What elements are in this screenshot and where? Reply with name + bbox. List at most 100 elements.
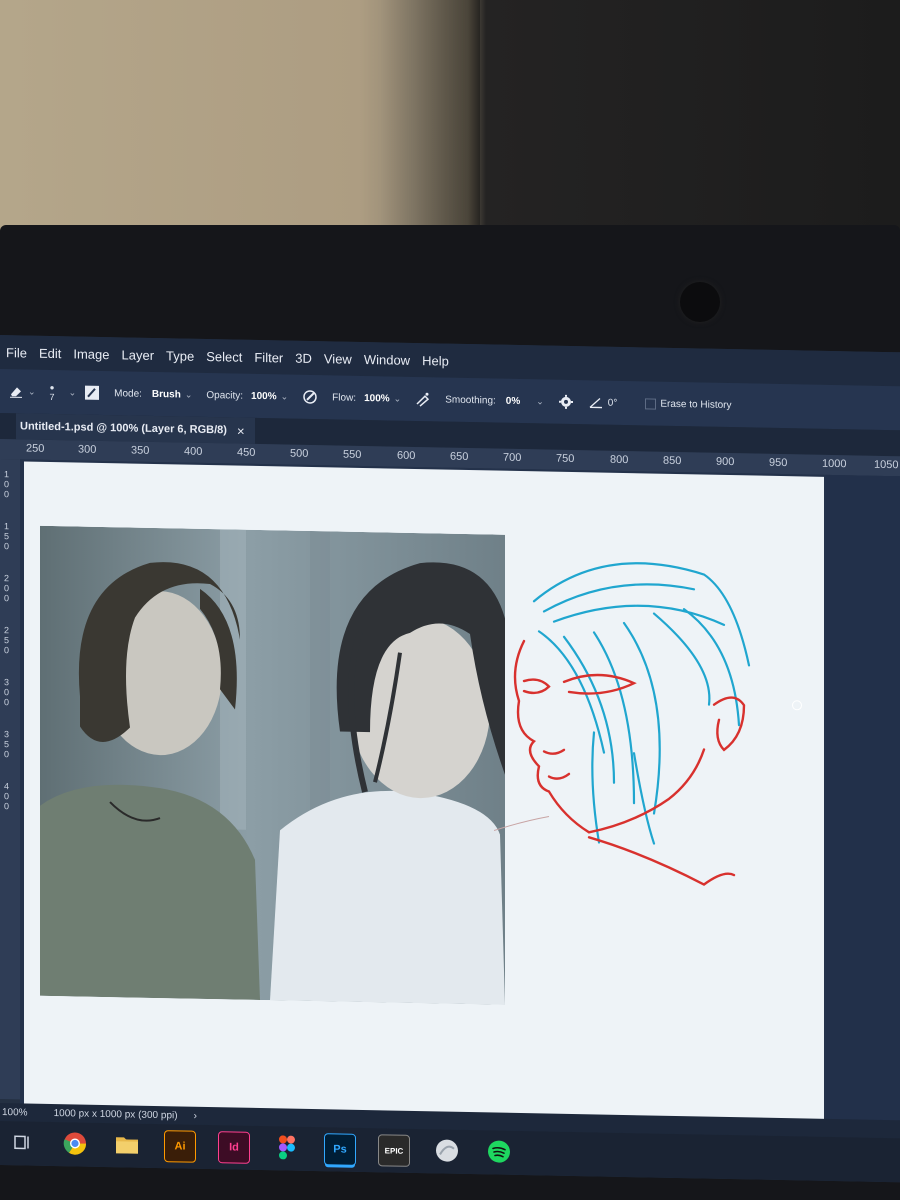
eraser-icon xyxy=(8,383,24,399)
epic-games-button[interactable]: EPIC xyxy=(378,1134,410,1167)
spotify-button[interactable] xyxy=(484,1137,514,1168)
mode-label: Mode: xyxy=(114,387,142,400)
flow-control[interactable]: Flow: 100% ⌄ xyxy=(332,392,401,404)
brush-angle-control[interactable]: 0° xyxy=(588,394,618,411)
document-size: 1000 px x 1000 px (300 ppi) xyxy=(53,1107,178,1121)
opacity-value: 100% xyxy=(251,390,277,402)
panel-dock xyxy=(826,474,900,1121)
wall-shadow xyxy=(380,0,480,240)
ruler-tick-label: 400 xyxy=(184,445,203,458)
ruler-tick-label: 300 xyxy=(4,677,10,708)
brush-size-value: 7 xyxy=(49,391,55,402)
spotify-icon xyxy=(487,1139,511,1166)
menu-filter[interactable]: Filter xyxy=(254,349,283,365)
photoshop-button[interactable]: Ps xyxy=(324,1133,356,1166)
menu-3d[interactable]: 3D xyxy=(295,350,312,365)
zoom-level[interactable]: 100% xyxy=(2,1107,28,1118)
ruler-tick-label: 250 xyxy=(4,625,10,656)
app-circle-icon xyxy=(435,1138,459,1165)
ruler-tick-label: 1050 xyxy=(874,458,899,472)
brush-dot-icon: ● xyxy=(49,382,55,392)
ruler-tick-label: 450 xyxy=(237,446,256,459)
tool-preset-picker[interactable]: ⌄ xyxy=(8,383,36,400)
ruler-tick-label: 700 xyxy=(503,451,522,465)
ruler-tick-label: 200 xyxy=(4,573,10,604)
smoothing-control[interactable]: Smoothing: 0% ⌄ xyxy=(445,394,544,407)
menu-window[interactable]: Window xyxy=(364,351,410,367)
chevron-down-icon: ⌄ xyxy=(280,390,289,402)
ruler-tick-label: 950 xyxy=(769,456,788,470)
ruler-tick-label: 900 xyxy=(716,455,735,469)
webcam xyxy=(680,282,720,322)
brush-cursor xyxy=(792,700,802,711)
erase-to-history-checkbox[interactable]: Erase to History xyxy=(645,397,732,411)
menu-image[interactable]: Image xyxy=(73,346,109,362)
ruler-tick-label: 1000 xyxy=(822,457,847,471)
opacity-label: Opacity: xyxy=(206,389,244,402)
pressure-opacity-icon xyxy=(302,389,318,405)
smoothing-value: 0% xyxy=(505,395,521,407)
ruler-tick-label: 500 xyxy=(290,447,309,460)
indesign-button[interactable]: Id xyxy=(218,1131,250,1164)
status-menu-arrow[interactable]: › xyxy=(194,1110,197,1121)
menu-view[interactable]: View xyxy=(324,351,352,367)
menu-help[interactable]: Help xyxy=(422,353,449,369)
flow-label: Flow: xyxy=(332,391,357,404)
angle-icon xyxy=(588,394,604,410)
ruler-tick-label: 800 xyxy=(610,453,629,467)
close-icon[interactable]: × xyxy=(237,423,245,438)
ruler-tick-label: 100 xyxy=(4,469,10,500)
ruler-tick-label: 550 xyxy=(343,448,362,461)
menu-edit[interactable]: Edit xyxy=(39,345,61,360)
document-tab-title: Untitled-1.psd @ 100% (Layer 6, RGB/8) xyxy=(20,420,227,437)
face-sketch xyxy=(494,562,751,886)
photoshop-label: Ps xyxy=(333,1143,347,1156)
brush-size-picker[interactable]: ● 7 xyxy=(50,382,55,401)
illustrator-button[interactable]: Ai xyxy=(164,1130,196,1163)
ruler-tick-label: 300 xyxy=(78,443,97,456)
reference-photo xyxy=(40,525,505,1005)
file-explorer-button[interactable] xyxy=(112,1130,142,1161)
menu-layer[interactable]: Layer xyxy=(122,347,155,363)
ruler-tick-label: 350 xyxy=(131,444,150,457)
ruler-tick-label: 600 xyxy=(397,449,416,462)
ruler-tick-label: 850 xyxy=(663,454,682,468)
task-view-icon xyxy=(13,1132,33,1155)
pressure-opacity-toggle[interactable] xyxy=(302,389,318,405)
angle-value: 0° xyxy=(607,397,618,409)
ruler-tick-label: 750 xyxy=(556,452,575,466)
chevron-down-icon: ⌄ xyxy=(393,393,402,404)
ruler-tick-label: 650 xyxy=(450,450,469,463)
airbrush-toggle[interactable] xyxy=(415,391,431,407)
app-button[interactable] xyxy=(432,1136,462,1167)
menu-file[interactable]: File xyxy=(6,345,27,360)
chrome-icon xyxy=(63,1131,87,1158)
chrome-button[interactable] xyxy=(60,1129,90,1160)
illustrator-label: Ai xyxy=(174,1140,186,1153)
smoothing-label: Smoothing: xyxy=(445,394,496,407)
file-explorer-icon xyxy=(115,1134,139,1157)
settings-gear-icon xyxy=(558,394,574,410)
figma-button[interactable] xyxy=(272,1133,302,1164)
mode-dropdown[interactable]: Mode: Brush ⌄ xyxy=(114,388,192,401)
chevron-down-icon: ⌄ xyxy=(536,395,544,406)
ruler-tick-label: 250 xyxy=(26,442,45,455)
task-view-button[interactable] xyxy=(8,1128,38,1159)
airbrush-icon xyxy=(415,391,431,407)
document-canvas[interactable] xyxy=(24,461,824,1127)
chevron-down-icon[interactable]: ⌄ xyxy=(69,387,77,398)
epic-games-label: EPIC xyxy=(384,1145,404,1156)
erase-to-history-label: Erase to History xyxy=(660,398,732,411)
vertical-ruler: 100 150 200 250 300 350 400 xyxy=(0,459,20,1100)
menu-select[interactable]: Select xyxy=(206,348,242,364)
brush-preset-icon xyxy=(84,385,100,401)
opacity-control[interactable]: Opacity: 100% ⌄ xyxy=(206,389,288,402)
brush-settings-toggle[interactable] xyxy=(84,385,100,401)
mode-value: Brush xyxy=(151,388,181,400)
ruler-tick-label: 400 xyxy=(4,781,10,812)
smoothing-settings-button[interactable] xyxy=(558,394,574,410)
menu-type[interactable]: Type xyxy=(166,348,194,364)
figma-icon xyxy=(279,1134,295,1162)
ruler-tick-label: 150 xyxy=(4,521,10,552)
flow-value: 100% xyxy=(364,392,390,404)
